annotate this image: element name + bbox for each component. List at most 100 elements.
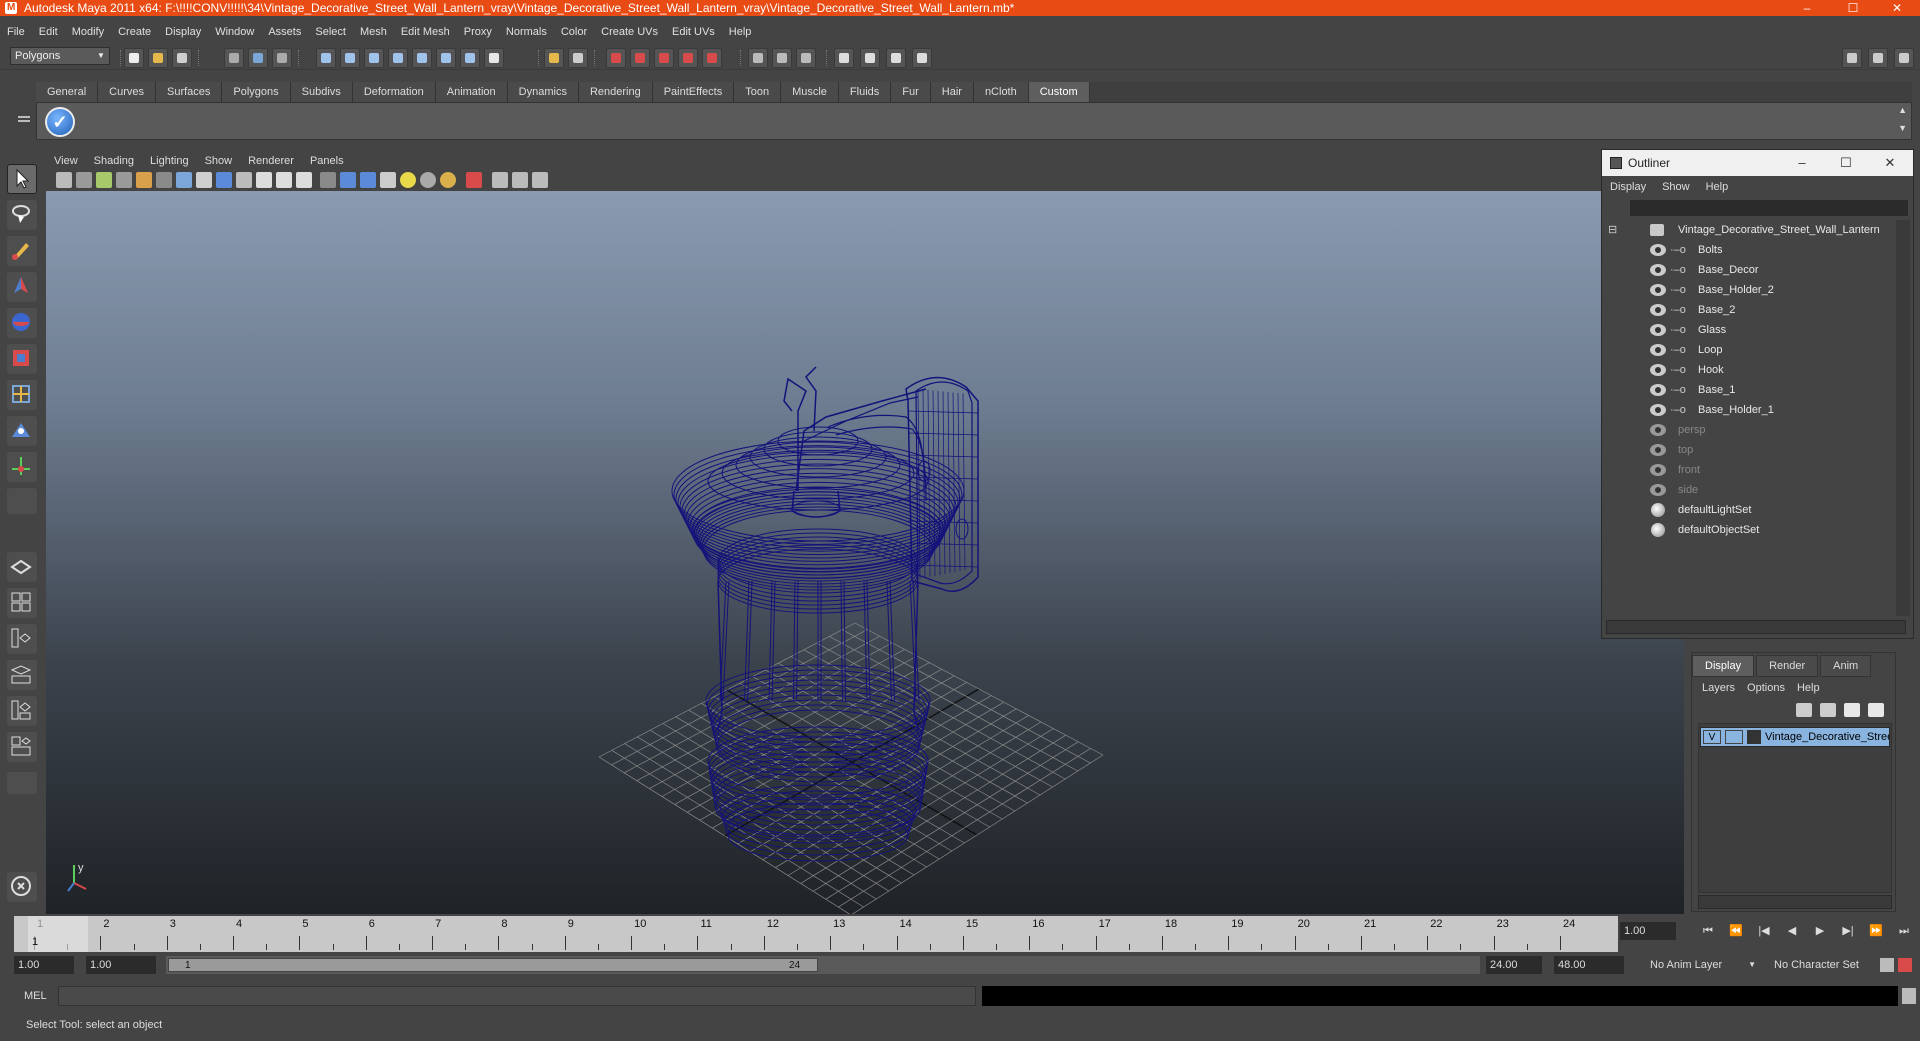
shelf-tab-general[interactable]: General xyxy=(36,82,99,102)
toggle-channel-box-icon[interactable] xyxy=(748,48,768,68)
close-button[interactable]: ✕ xyxy=(1874,0,1920,16)
layer-menu-help[interactable]: Help xyxy=(1791,679,1826,697)
input-output-icon[interactable] xyxy=(544,48,564,68)
menu-set-dropdown[interactable]: Polygons ▼ xyxy=(10,47,110,65)
toggle-tool-settings-icon[interactable] xyxy=(796,48,816,68)
high-quality-icon[interactable] xyxy=(440,172,456,188)
menu-edit-mesh[interactable]: Edit Mesh xyxy=(394,22,457,42)
menu-normals[interactable]: Normals xyxy=(499,22,554,42)
menu-color[interactable]: Color xyxy=(554,22,594,42)
shelf-tab-fluids[interactable]: Fluids xyxy=(838,82,892,102)
layer-color-swatch[interactable] xyxy=(1747,730,1761,744)
grease-pencil-icon[interactable] xyxy=(156,172,172,188)
layer-tab-render[interactable]: Render xyxy=(1756,655,1819,677)
outliner-menu-help[interactable]: Help xyxy=(1698,178,1737,196)
paint-select-tool-icon[interactable] xyxy=(7,236,37,266)
outliner-filter-input[interactable] xyxy=(1630,200,1908,216)
command-input[interactable] xyxy=(58,986,976,1006)
show-channel-box-icon[interactable] xyxy=(1842,48,1862,68)
menu-edit[interactable]: Edit xyxy=(32,22,65,42)
playback-start-field[interactable]: 1.00 xyxy=(86,956,156,974)
new-scene-icon[interactable] xyxy=(124,48,144,68)
magnet-icon[interactable] xyxy=(460,48,480,68)
shelf-tab-custom[interactable]: Custom xyxy=(1028,82,1090,102)
select-by-object-icon[interactable] xyxy=(248,48,268,68)
show-tool-settings-icon[interactable] xyxy=(1894,48,1914,68)
empty-layer-icon[interactable] xyxy=(1844,703,1860,717)
play-backwards-icon[interactable]: ◀ xyxy=(1782,923,1802,939)
custom-layout-icon[interactable] xyxy=(7,732,37,762)
outliner-horizontal-scrollbar[interactable] xyxy=(1606,620,1906,634)
outliner-maximize-button[interactable]: ☐ xyxy=(1824,150,1868,176)
snap-point-icon[interactable] xyxy=(364,48,384,68)
question-icon[interactable] xyxy=(484,48,504,68)
outliner-item-set[interactable]: defaultObjectSet xyxy=(1604,520,1894,540)
menu-file[interactable]: File xyxy=(0,22,32,42)
outliner-item-camera[interactable]: side xyxy=(1604,480,1894,500)
graph-editor-icon[interactable] xyxy=(886,48,906,68)
outliner-item-camera[interactable]: persp xyxy=(1604,420,1894,440)
show-attribute-editor-icon[interactable] xyxy=(1868,48,1888,68)
shelf-tab-curves[interactable]: Curves xyxy=(98,82,156,102)
open-scene-icon[interactable] xyxy=(148,48,168,68)
outliner-item-child[interactable]: ·–o Base_2 xyxy=(1604,300,1894,320)
shelf-tab-painteffects[interactable]: PaintEffects xyxy=(652,82,735,102)
toggle-attribute-editor-icon[interactable] xyxy=(772,48,792,68)
outliner-vertical-scrollbar[interactable] xyxy=(1896,220,1910,616)
two-d-pan-icon[interactable] xyxy=(136,172,152,188)
viewport-menu-show[interactable]: Show xyxy=(197,152,241,170)
shelf-scroll-up-icon[interactable]: ▲ xyxy=(1898,105,1907,115)
outliner-item-child[interactable]: ·–o Base_Decor xyxy=(1604,260,1894,280)
xray-icon[interactable] xyxy=(492,172,508,188)
step-forward-key-icon[interactable]: ⏩ xyxy=(1866,923,1886,939)
shelf-tab-fur[interactable]: Fur xyxy=(891,82,931,102)
character-set-dropdown[interactable]: No Character Set xyxy=(1770,956,1878,974)
viewport-menu-shading[interactable]: Shading xyxy=(86,152,142,170)
add-to-layer-icon[interactable] xyxy=(1868,703,1884,717)
make-live-icon[interactable] xyxy=(412,48,432,68)
check-icon[interactable]: ✓ xyxy=(45,107,75,137)
construction-history-icon[interactable] xyxy=(436,48,456,68)
select-by-hierarchy-icon[interactable] xyxy=(224,48,244,68)
ipr-render-icon[interactable] xyxy=(630,48,650,68)
outliner-item-root[interactable]: ⊟ Vintage_Decorative_Street_Wall_Lantern xyxy=(1604,220,1894,240)
step-back-frame-icon[interactable]: |◀ xyxy=(1754,923,1774,939)
hypershade-layout-icon[interactable] xyxy=(7,696,37,726)
viewport-menu-view[interactable]: View xyxy=(46,152,86,170)
perspective-viewport[interactable]: y xyxy=(46,191,1684,914)
render-region-icon[interactable] xyxy=(568,48,588,68)
layer-display-type-toggle[interactable] xyxy=(1725,730,1743,744)
outliner-item-camera[interactable]: front xyxy=(1604,460,1894,480)
menu-edit-uvs[interactable]: Edit UVs xyxy=(665,22,722,42)
menu-display[interactable]: Display xyxy=(158,22,208,42)
outliner-item-child[interactable]: ·–o Base_Holder_2 xyxy=(1604,280,1894,300)
grid-toggle-icon[interactable] xyxy=(176,172,192,188)
single-perspective-layout-icon[interactable] xyxy=(7,552,37,582)
menu-mesh[interactable]: Mesh xyxy=(353,22,394,42)
layer-row[interactable]: V Vintage_Decorative_Street_Wall_Lantern xyxy=(1700,727,1890,747)
shelf-tab-subdivs[interactable]: Subdivs xyxy=(290,82,353,102)
layer-tab-anim[interactable]: Anim xyxy=(1820,655,1872,677)
anim-preferences-icon[interactable] xyxy=(1898,958,1912,972)
hypershade-icon[interactable] xyxy=(702,48,722,68)
scale-tool-icon[interactable] xyxy=(7,344,37,374)
shelf-tab-hair[interactable]: Hair xyxy=(930,82,974,102)
shadows-icon[interactable] xyxy=(420,172,436,188)
outliner-menu-show[interactable]: Show xyxy=(1654,178,1698,196)
wireframe-icon[interactable] xyxy=(320,172,336,188)
shelf-tab-rendering[interactable]: Rendering xyxy=(578,82,653,102)
snap-curve-icon[interactable] xyxy=(340,48,360,68)
menu-create-uvs[interactable]: Create UVs xyxy=(594,22,665,42)
menu-proxy[interactable]: Proxy xyxy=(457,22,499,42)
snap-view-plane-icon[interactable] xyxy=(388,48,408,68)
image-plane-icon[interactable] xyxy=(116,172,132,188)
move-tool-icon[interactable] xyxy=(7,272,37,302)
render-frame-icon[interactable] xyxy=(606,48,626,68)
wireframe-on-shaded-icon[interactable] xyxy=(360,172,376,188)
outliner-item-child[interactable]: ·–o Glass xyxy=(1604,320,1894,340)
shelf-tab-toon[interactable]: Toon xyxy=(734,82,782,102)
isolate-select-icon[interactable] xyxy=(466,172,482,188)
textured-icon[interactable] xyxy=(380,172,396,188)
outliner-item-camera[interactable]: top xyxy=(1604,440,1894,460)
universal-manipulator-icon[interactable] xyxy=(7,380,37,410)
